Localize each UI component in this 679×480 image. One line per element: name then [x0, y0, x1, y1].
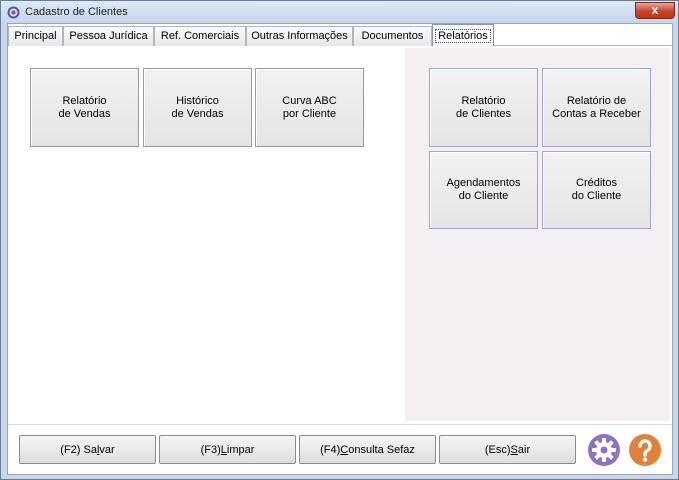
main-window: Cadastro de Clientes x Principal Pessoa …	[0, 0, 679, 480]
tab-ref-comerciais[interactable]: Ref. Comerciais	[154, 26, 246, 46]
tab-documentos[interactable]: Documentos	[353, 26, 432, 46]
tab-principal[interactable]: Principal	[8, 26, 63, 46]
curva-abc-button[interactable]: Curva ABC por Cliente	[255, 68, 364, 147]
sair-button[interactable]: (Esc) Sair	[439, 435, 576, 464]
creditos-cliente-button[interactable]: Créditos do Cliente	[542, 151, 651, 229]
app-icon	[7, 6, 20, 19]
relatorio-clientes-button[interactable]: Relatório de Clientes	[429, 68, 538, 147]
title-bar[interactable]: Cadastro de Clientes x	[1, 1, 678, 23]
agendamentos-cliente-button[interactable]: Agendamentos do Cliente	[429, 151, 538, 229]
salvar-button[interactable]: (F2) Sa l var	[19, 435, 156, 464]
consulta-sefaz-button[interactable]: (F4) Consulta Sefaz	[299, 435, 436, 464]
footer-divider	[8, 424, 672, 425]
client-area: Principal Pessoa Jurídica Ref. Comerciai…	[7, 23, 673, 475]
tab-pessoa-juridica[interactable]: Pessoa Jurídica	[63, 26, 154, 46]
gear-icon[interactable]	[588, 434, 620, 466]
close-button[interactable]: x	[635, 2, 675, 19]
relatorio-vendas-button[interactable]: Relatório de Vendas	[30, 68, 139, 147]
help-icon[interactable]	[629, 434, 661, 466]
relatorio-contas-receber-button[interactable]: Relatório de Contas a Receber	[542, 68, 651, 147]
tab-relatorios[interactable]: Relatórios	[432, 24, 494, 46]
historico-vendas-button[interactable]: Histórico de Vendas	[143, 68, 252, 147]
tab-outras-informacoes[interactable]: Outras Informações	[246, 26, 353, 46]
window-title: Cadastro de Clientes	[25, 6, 128, 18]
tab-strip: Principal Pessoa Jurídica Ref. Comerciai…	[8, 24, 672, 46]
limpar-button[interactable]: (F3) Limpar	[159, 435, 296, 464]
